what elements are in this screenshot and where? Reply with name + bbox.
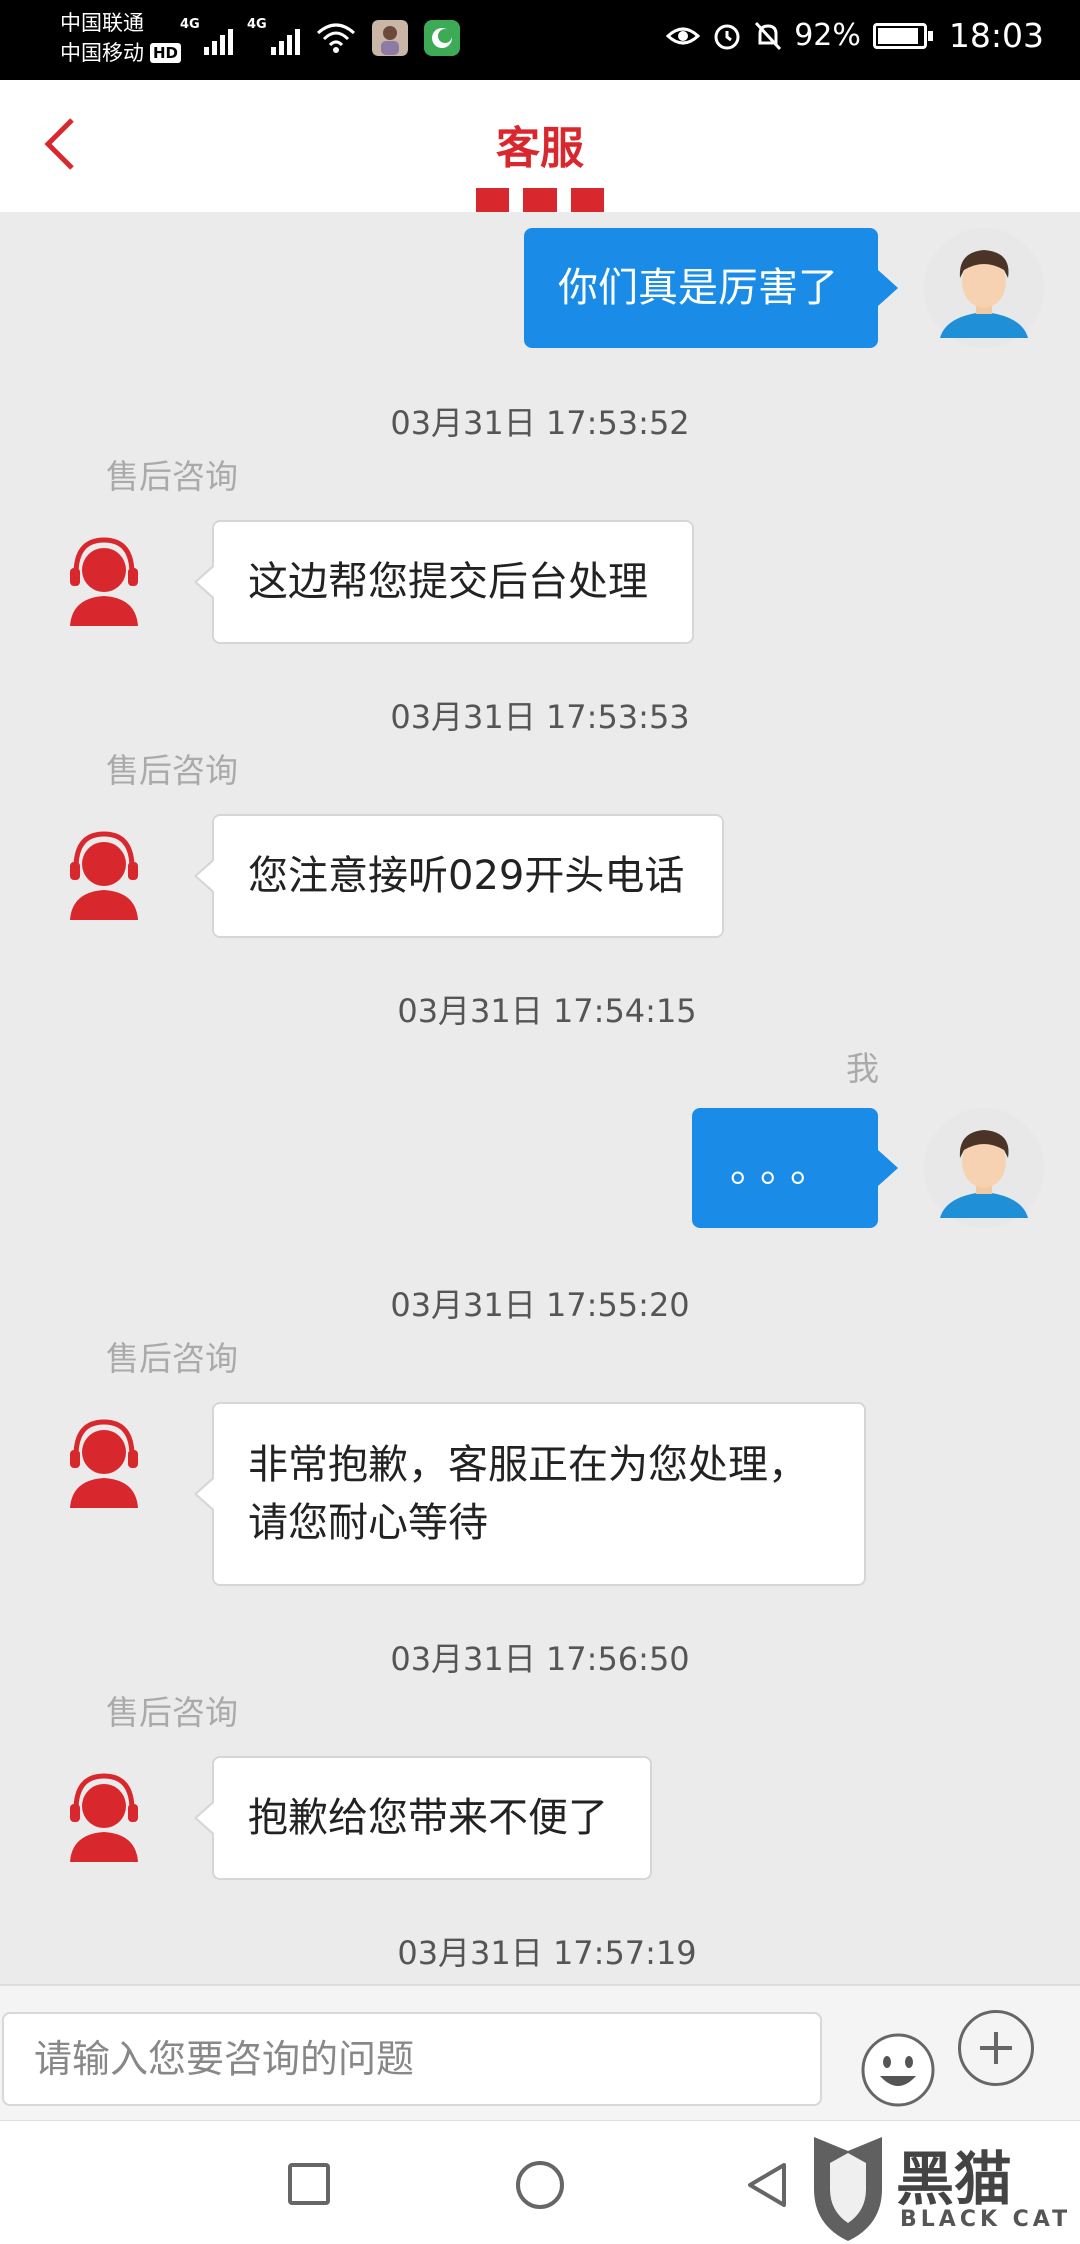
message-timestamp: 03月31日 17:57:19 — [397, 1934, 697, 1972]
message-timestamp: 03月31日 17:55:20 — [390, 1286, 690, 1324]
message-timestamp: 03月31日 17:56:50 — [390, 1640, 690, 1678]
wifi-icon — [317, 23, 355, 53]
plus-icon[interactable] — [958, 2010, 1034, 2086]
triangle-back-icon[interactable] — [744, 2161, 792, 2209]
message-text: 这边帮您提交后台处理 — [248, 559, 648, 605]
circle-icon[interactable] — [516, 2161, 564, 2209]
sender-name: 售后咨询 — [106, 751, 238, 790]
message-input[interactable] — [2, 2012, 822, 2106]
app-notification-icon — [372, 20, 408, 56]
user-message-bubble[interactable]: 。。。 — [692, 1108, 878, 1228]
svg-text:黑猫: 黑猫 — [896, 2145, 1012, 2213]
signal-strength-icon: 4G — [247, 17, 300, 55]
chat-area[interactable]: 你们真是厉害了 03月31日 17:53:52 售后咨询 这边帮您提交后台处理 … — [0, 212, 1080, 1984]
message-timestamp: 03月31日 17:53:52 — [390, 404, 690, 442]
app-header: 客服 — [0, 80, 1080, 212]
signal-strength-icon: 4G — [180, 17, 233, 55]
user-avatar[interactable] — [924, 1108, 1044, 1228]
battery-icon — [872, 22, 933, 49]
smiley-icon[interactable] — [860, 2032, 936, 2108]
alarm-icon — [714, 24, 740, 49]
battery-percent: 92% — [794, 18, 861, 53]
message-text-line: 请您耐心等待 — [248, 1500, 488, 1546]
system-nav-bar: 黑猫 BLACK CAT — [0, 2120, 1080, 2244]
message-text: 。。。 — [730, 1145, 840, 1191]
message-text: 你们真是厉害了 — [558, 265, 838, 311]
square-icon[interactable] — [288, 2163, 330, 2205]
page-title: 客服 — [496, 123, 584, 174]
clock: 18:03 — [948, 16, 1044, 55]
eye-comfort-icon — [666, 27, 701, 44]
sender-name: 售后咨询 — [106, 457, 238, 496]
status-right: 92% 18:03 — [666, 16, 1044, 55]
input-bar — [0, 1984, 1080, 2120]
agent-message-bubble[interactable]: 非常抱歉，客服正在为您处理， 请您耐心等待 — [212, 1402, 866, 1586]
status-bar: 中国联通 中国移动 HD 4G 4G 92% 18:03 — [0, 0, 1080, 80]
sender-name: 我 — [846, 1049, 879, 1088]
agent-message-bubble[interactable]: 您注意接听029开头电话 — [212, 814, 724, 938]
signal-group: 4G 4G — [180, 17, 460, 56]
carrier-2: 中国移动 — [60, 41, 144, 65]
sender-name: 售后咨询 — [106, 1339, 238, 1378]
carrier-info: 中国联通 中国移动 HD — [60, 8, 182, 68]
message-text: 抱歉给您带来不便了 — [248, 1795, 608, 1841]
watermark-text: BLACK CAT — [900, 2207, 1072, 2232]
agent-avatar[interactable] — [56, 534, 152, 630]
message-text-line: 非常抱歉，客服正在为您处理， — [248, 1442, 808, 1488]
agent-avatar[interactable] — [56, 1770, 152, 1866]
agent-avatar[interactable] — [56, 828, 152, 924]
message-timestamp: 03月31日 17:53:53 — [390, 698, 690, 736]
chat-app-icon — [424, 20, 460, 56]
carrier-1: 中国联通 — [60, 11, 144, 35]
agent-avatar[interactable] — [56, 1416, 152, 1512]
message-text: 您注意接听029开头电话 — [248, 853, 685, 899]
message-timestamp: 03月31日 17:54:15 — [397, 992, 697, 1030]
title-underline — [476, 188, 604, 212]
user-avatar[interactable] — [924, 228, 1044, 348]
user-message-bubble[interactable]: 你们真是厉害了 — [524, 228, 878, 348]
mute-bell-icon — [755, 21, 782, 50]
hd-badge: HD — [150, 43, 182, 63]
sender-name: 售后咨询 — [106, 1693, 238, 1732]
agent-message-bubble[interactable]: 抱歉给您带来不便了 — [212, 1756, 652, 1880]
agent-message-bubble[interactable]: 这边帮您提交后台处理 — [212, 520, 694, 644]
